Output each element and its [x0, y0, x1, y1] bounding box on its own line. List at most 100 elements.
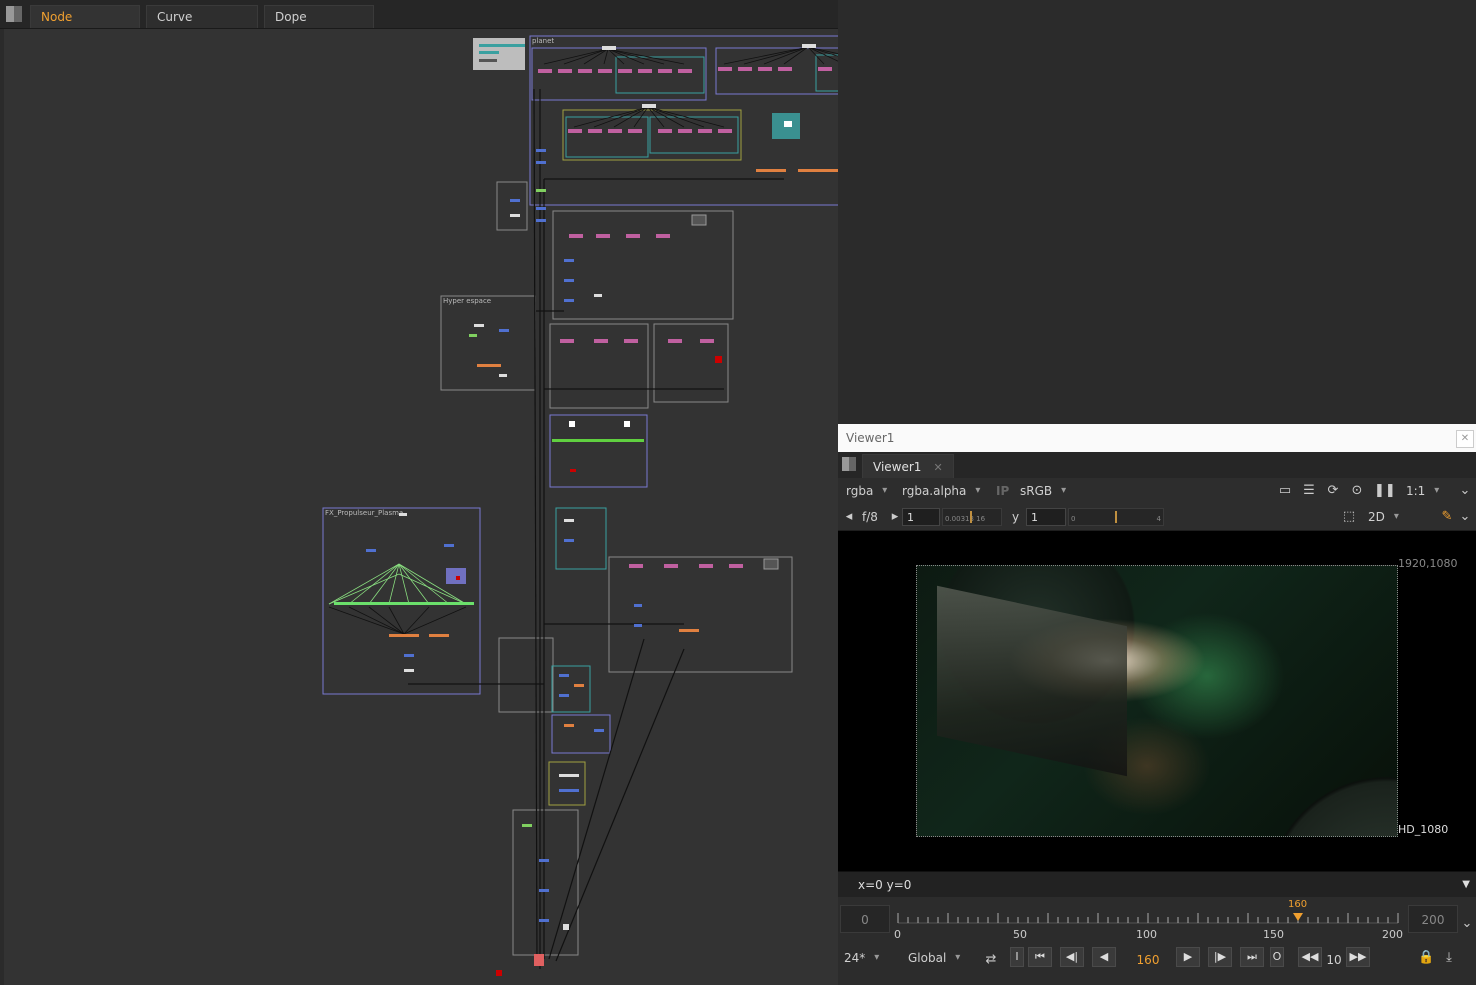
fx-merge-lines	[328, 606, 467, 635]
panel-menu-icon[interactable]	[6, 6, 22, 22]
current-frame-field[interactable]: 160	[1128, 951, 1168, 969]
out-point-button[interactable]: O	[1270, 947, 1284, 967]
backdrop[interactable]	[531, 47, 707, 101]
gain-slider[interactable]: 0.00313 16	[942, 508, 1002, 526]
roi-icon[interactable]: ⊙	[1350, 484, 1364, 498]
next-keyframe-icon[interactable]: |▶	[1208, 947, 1232, 967]
backdrop[interactable]	[512, 809, 579, 956]
backdrop[interactable]	[498, 637, 554, 713]
backdrop[interactable]	[496, 181, 528, 231]
format-label: HD_1080	[1398, 823, 1449, 836]
backdrop[interactable]	[815, 54, 838, 92]
last-frame-icon[interactable]: ⏭	[1240, 947, 1264, 967]
paint-brush-icon[interactable]: ✎	[1440, 510, 1454, 524]
gamma-tick-start: 0	[1071, 515, 1076, 523]
zoom-dropdown[interactable]: 1:1	[1406, 482, 1440, 500]
channels-dropdown[interactable]: rgba	[846, 482, 888, 500]
panel-menu-icon[interactable]	[842, 457, 856, 471]
tab-dope-sheet[interactable]: Dope Sheet✕	[264, 5, 374, 46]
lock-icon[interactable]: 🔒	[1418, 951, 1434, 965]
timeline-bar: 0 0 50 100 150 200 160 200 ⌄	[838, 897, 1476, 941]
step-back-icon[interactable]: ◀◀	[1298, 947, 1322, 967]
play-backward-icon[interactable]: ◀	[1092, 947, 1116, 967]
backdrop[interactable]	[565, 116, 649, 158]
range-scope-dropdown[interactable]: Global	[908, 949, 961, 967]
fx-fanout-lines	[328, 563, 467, 605]
timeline-tick-label: 0	[894, 928, 901, 941]
backdrop[interactable]	[615, 56, 705, 94]
backdrop-fx-propulseur[interactable]	[322, 507, 481, 695]
slider-handle[interactable]	[1115, 511, 1117, 523]
close-icon[interactable]: ✕	[933, 461, 942, 474]
display-wipe-icon[interactable]: ▭	[1278, 484, 1292, 498]
play-forward-icon[interactable]: ▶	[1176, 947, 1200, 967]
backdrop[interactable]	[551, 714, 611, 754]
tab-curve-editor[interactable]: Curve Editor✕	[146, 5, 258, 46]
frame-step-field[interactable]: 10	[1324, 951, 1344, 969]
playhead-marker[interactable]	[1293, 913, 1303, 921]
backdrop[interactable]	[555, 507, 607, 570]
node-cluster[interactable]	[479, 40, 838, 172]
backdrop-hyper-espace[interactable]	[440, 295, 536, 391]
viewer-window-title: Viewer1 ✕	[838, 424, 1476, 452]
chevron-down-icon[interactable]: ⌄	[1458, 484, 1472, 498]
viewer-canvas[interactable]: 1920,1080 HD_1080	[838, 531, 1476, 871]
slider-handle[interactable]	[970, 511, 972, 523]
coordinates-text: x=0 y=0	[858, 878, 912, 892]
backdrop[interactable]	[549, 323, 649, 409]
backdrop[interactable]	[549, 414, 648, 488]
refresh-icon[interactable]: ⟳	[1326, 484, 1340, 498]
backdrop[interactable]	[551, 665, 591, 713]
step-forward-icon[interactable]: ▶▶	[1346, 947, 1370, 967]
fstop-up-icon[interactable]: ▸	[888, 510, 902, 524]
gain-field[interactable]: 1	[902, 508, 940, 526]
resolution-label: 1920,1080	[1398, 557, 1458, 570]
timeline-tick-label: 200	[1382, 928, 1403, 941]
viewer-toolbar-top: rgba rgba.alpha IP sRGB ▭ ☰ ⟳ ⊙ ❚❚ 1:1 ⌄	[838, 478, 1476, 505]
close-icon[interactable]: ✕	[1456, 430, 1474, 448]
roi-box-icon[interactable]: ⬚	[1342, 510, 1356, 524]
gamma-label: y	[1012, 510, 1020, 524]
timeline-tick-label: 150	[1263, 928, 1284, 941]
tab-viewer1[interactable]: Viewer1 ✕	[862, 454, 954, 478]
prev-keyframe-icon[interactable]: ◀|	[1060, 947, 1084, 967]
input-process-toggle[interactable]: IP	[996, 482, 1009, 500]
viewer-tab-bar: Viewer1 ✕	[838, 452, 1476, 479]
fps-dropdown[interactable]: 24*	[844, 949, 880, 967]
chevron-down-icon[interactable]: ▼	[1462, 872, 1470, 898]
loop-mode-icon[interactable]: ⇄	[984, 953, 998, 967]
gamma-tick-end: 4	[1156, 515, 1161, 523]
viewer-panel: Viewer1 ✕ Viewer1 ✕ rgba rgba.alpha IP sR…	[838, 424, 1476, 985]
pause-icon[interactable]: ❚❚	[1374, 484, 1396, 498]
viewer-toolbar-gain: ◂ f/8 ▸ 1 0.00313 16 y 1 0 4 ⬚ 2D ✎ ⌄	[838, 504, 1476, 531]
colorspace-dropdown[interactable]: sRGB	[1020, 482, 1066, 500]
node-graph-canvas[interactable]: planet Hyper espace FX_Propulseur_Plasma	[4, 29, 838, 985]
fstop-down-icon[interactable]: ◂	[842, 510, 856, 524]
panel-tab-bar: Node Graph✕ Curve Editor✕ Dope Sheet✕	[0, 0, 838, 46]
backdrop-label: FX_Propulseur_Plasma	[325, 509, 403, 517]
timeline-track[interactable]: 0 50 100 150 200 160	[894, 899, 1404, 941]
backdrop[interactable]	[552, 210, 734, 320]
view-mode-dropdown[interactable]: 2D	[1368, 508, 1399, 526]
overlay-list-icon[interactable]: ☰	[1302, 484, 1316, 498]
timeline-start-field[interactable]: 0	[840, 905, 890, 933]
export-icon[interactable]: ⤓	[1442, 951, 1456, 965]
chevron-down-icon[interactable]: ⌄	[1460, 917, 1474, 931]
timeline-tick-label: 100	[1136, 928, 1157, 941]
backdrop[interactable]	[608, 556, 793, 673]
backdrop[interactable]	[649, 116, 739, 154]
timeline-end-field[interactable]: 200	[1408, 905, 1458, 933]
node-connections	[408, 88, 784, 969]
backdrop-label: Hyper espace	[443, 297, 491, 305]
in-point-button[interactable]: I	[1010, 947, 1024, 967]
first-frame-icon[interactable]: ⏮	[1028, 947, 1052, 967]
node-graph-svg: planet Hyper espace FX_Propulseur_Plasma	[322, 35, 838, 976]
gamma-field[interactable]: 1	[1026, 508, 1066, 526]
tab-node-graph[interactable]: Node Graph✕	[30, 5, 140, 46]
chevron-down-icon[interactable]: ⌄	[1458, 510, 1472, 524]
backdrop[interactable]	[548, 761, 586, 806]
viewer-title-text: Viewer1	[846, 431, 895, 445]
gain-ticks: 0.00313 16	[945, 515, 986, 523]
gamma-slider[interactable]: 0 4	[1068, 508, 1164, 526]
alpha-channel-dropdown[interactable]: rgba.alpha	[902, 482, 981, 500]
